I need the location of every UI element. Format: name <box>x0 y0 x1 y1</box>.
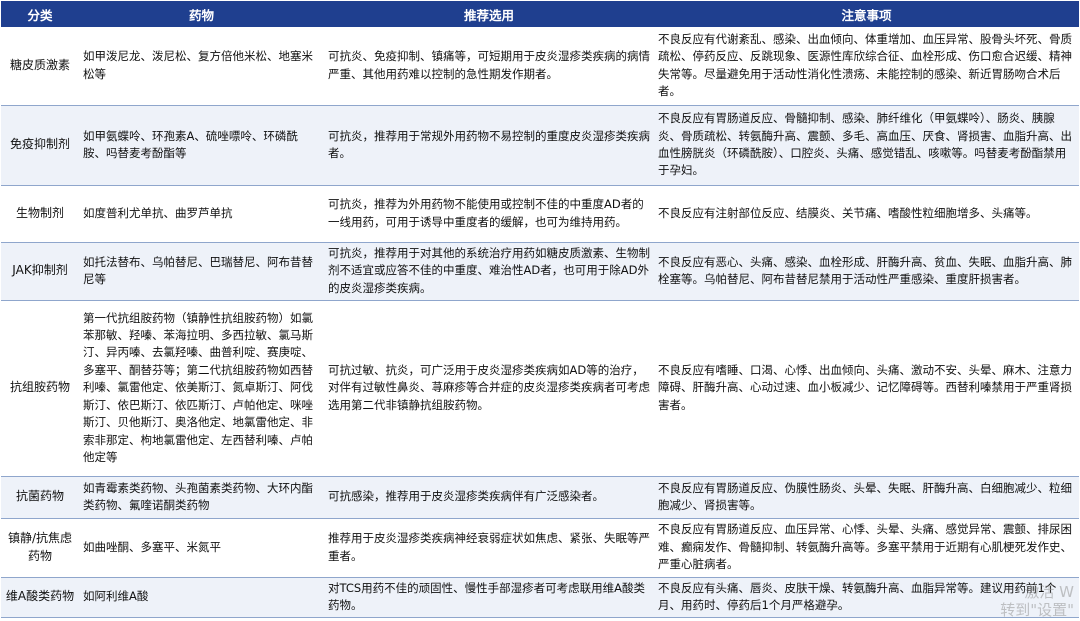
row-drugs: 如曲唑酮、多塞平、米氮平 <box>79 518 324 578</box>
row-notes: 不良反应有胃肠道反应、伪膜性肠炎、头晕、失眠、肝酶升高、白细胞减少、粒细胞减少、… <box>654 476 1079 519</box>
row-category: JAK抑制剂 <box>1 242 79 301</box>
header-notes: 注意事项 <box>654 1 1079 27</box>
row-drugs: 如甲氨蝶呤、环孢素A、硫唑嘌呤、环磷酰胺、吗替麦考酚酯等 <box>79 105 324 186</box>
row-recommend: 可抗感染，推荐用于皮炎湿疹类疾病伴有广泛感染者。 <box>324 476 654 519</box>
row-drugs: 如托法替布、乌帕替尼、巴瑞替尼、阿布昔替尼等 <box>79 242 324 301</box>
header-drugs: 药物 <box>79 1 324 27</box>
row-recommend: 推荐用于皮炎湿疹类疾病神经衰弱症状如焦虑、紧张、失眠等严重者。 <box>324 518 654 578</box>
row-category: 镇静/抗焦虑药物 <box>1 518 79 578</box>
row-notes: 不良反应有胃肠道反应、血压异常、心悸、头晕、头痛、感觉异常、震颤、排尿困难、癫痫… <box>654 518 1079 578</box>
row-recommend: 对TCS用药不佳的顽固性、慢性手部湿疹者可考虑联用维A酸类药物。 <box>324 577 654 618</box>
table-row: 抗组胺药物 第一代抗组胺药物（镇静性抗组胺药物）如氯苯那敏、羟嗪、苯海拉明、多西… <box>1 300 1079 477</box>
row-category: 生物制剂 <box>1 185 79 243</box>
table-row: 抗菌药物 如青霉素类药物、头孢菌素类药物、大环内酯类药物、氟喹诺酮类药物 可抗感… <box>1 476 1079 519</box>
row-category: 抗组胺药物 <box>1 300 79 477</box>
header-category: 分类 <box>1 1 79 27</box>
row-notes: 不良反应有注射部位反应、结膜炎、关节痛、嗜酸性粒细胞增多、头痛等。 <box>654 185 1079 243</box>
table-row: JAK抑制剂 如托法替布、乌帕替尼、巴瑞替尼、阿布昔替尼等 可抗炎，推荐用于对其… <box>1 242 1079 301</box>
row-category: 抗菌药物 <box>1 476 79 519</box>
row-recommend: 可抗过敏、抗炎，可广泛用于皮炎湿疹类疾病如AD等的治疗，对伴有过敏性鼻炎、荨麻疹… <box>324 300 654 477</box>
table-row: 维A酸类药物 如阿利维A酸 对TCS用药不佳的顽固性、慢性手部湿疹者可考虑联用维… <box>1 577 1079 618</box>
row-category: 维A酸类药物 <box>1 577 79 618</box>
row-notes: 不良反应有胃肠道反应、骨髓抑制、感染、肺纤维化（甲氨蝶呤）、肠炎、胰腺炎、骨质疏… <box>654 105 1079 186</box>
table-row: 免疫抑制剂 如甲氨蝶呤、环孢素A、硫唑嘌呤、环磷酰胺、吗替麦考酚酯等 可抗炎，推… <box>1 105 1079 186</box>
row-notes: 不良反应有代谢紊乱、感染、出血倾向、体重增加、血压异常、股骨头坏死、骨质疏松、停… <box>654 27 1079 106</box>
row-category: 免疫抑制剂 <box>1 105 79 186</box>
row-drugs: 如青霉素类药物、头孢菌素类药物、大环内酯类药物、氟喹诺酮类药物 <box>79 476 324 519</box>
table-header-row: 分类 药物 推荐选用 注意事项 <box>1 1 1079 27</box>
row-notes: 不良反应有恶心、头痛、感染、血栓形成、肝酶升高、贫血、失眠、血脂升高、肺栓塞等。… <box>654 242 1079 301</box>
row-drugs: 第一代抗组胺药物（镇静性抗组胺药物）如氯苯那敏、羟嗪、苯海拉明、多西拉敏、氯马斯… <box>79 300 324 477</box>
row-notes: 不良反应有嗜睡、口渴、心悸、出血倾向、头痛、激动不安、头晕、麻木、注意力障碍、肝… <box>654 300 1079 477</box>
row-category: 糖皮质激素 <box>1 27 79 106</box>
table-row: 镇静/抗焦虑药物 如曲唑酮、多塞平、米氮平 推荐用于皮炎湿疹类疾病神经衰弱症状如… <box>1 518 1079 578</box>
header-recommend: 推荐选用 <box>324 1 654 27</box>
row-drugs: 如甲泼尼龙、泼尼松、复方倍他米松、地塞米松等 <box>79 27 324 106</box>
table-row: 生物制剂 如度普利尤单抗、曲罗芦单抗 可抗炎，推荐为外用药物不能使用或控制不佳的… <box>1 185 1079 243</box>
row-recommend: 可抗炎、免疫抑制、镇痛等，可短期用于皮炎湿疹类疾病的病情严重、其他用药难以控制的… <box>324 27 654 106</box>
table-row: 糖皮质激素 如甲泼尼龙、泼尼松、复方倍他米松、地塞米松等 可抗炎、免疫抑制、镇痛… <box>1 27 1079 106</box>
row-recommend: 可抗炎，推荐用于常规外用药物不易控制的重度皮炎湿疹类疾病者。 <box>324 105 654 186</box>
row-recommend: 可抗炎，推荐为外用药物不能使用或控制不佳的中重度AD者的一线用药，可用于诱导中重… <box>324 185 654 243</box>
row-drugs: 如度普利尤单抗、曲罗芦单抗 <box>79 185 324 243</box>
drug-table: 分类 药物 推荐选用 注意事项 糖皮质激素 如甲泼尼龙、泼尼松、复方倍他米松、地… <box>1 1 1079 618</box>
row-recommend: 可抗炎，推荐用于对其他的系统治疗用药如糖皮质激素、生物制剂不适宜或应答不佳的中重… <box>324 242 654 301</box>
row-notes: 不良反应有头痛、唇炎、皮肤干燥、转氨酶升高、血脂异常等。建议用药前1个月、用药时… <box>654 577 1079 618</box>
row-drugs: 如阿利维A酸 <box>79 577 324 618</box>
